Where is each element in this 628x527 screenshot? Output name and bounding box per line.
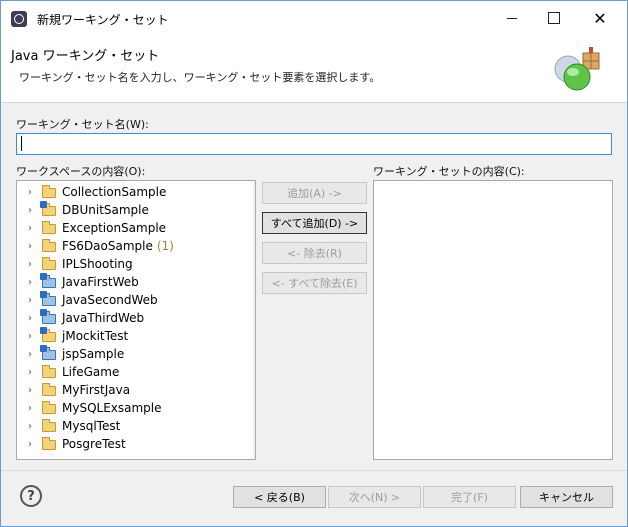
tree-item[interactable]: › ExceptionSample [17, 219, 239, 237]
tree-item[interactable]: › MysqlTest [17, 417, 239, 435]
problem-count-badge: (1) [156, 239, 174, 253]
tree-item-label: ExceptionSample [62, 221, 167, 235]
tree-item-label: jspSample [62, 347, 125, 361]
expand-chevron-icon[interactable]: › [23, 241, 37, 252]
project-folder-icon [41, 239, 57, 253]
tree-item[interactable]: › MySQLExsample [17, 399, 239, 417]
project-folder-icon [41, 437, 57, 451]
web-project-icon [40, 273, 57, 289]
expand-chevron-icon[interactable]: › [23, 439, 37, 450]
tree-item[interactable]: › JavaThirdWeb [17, 309, 239, 327]
text-caret [21, 136, 22, 151]
tree-item[interactable]: › DBUnitSample [17, 201, 239, 219]
title-bar[interactable]: 新規ワーキング・セット ✕ [1, 1, 627, 35]
expand-chevron-icon[interactable]: › [23, 295, 37, 306]
expand-chevron-icon[interactable]: › [23, 313, 37, 324]
project-folder-icon [41, 383, 57, 397]
java-project-icon [40, 201, 57, 217]
tree-scrollbar[interactable]: ▲ ▼ [253, 181, 256, 459]
tree-item-label: DBUnitSample [62, 203, 149, 217]
workspace-contents-label: ワークスペースの内容(O): [16, 165, 146, 178]
tree-item[interactable]: › JavaFirstWeb [17, 273, 239, 291]
expand-chevron-icon[interactable]: › [23, 403, 37, 414]
wizard-banner: Java ワーキング・セット ワーキング・セット名を入力し、ワーキング・セット要… [1, 35, 627, 103]
project-folder-icon [41, 257, 57, 271]
project-folder-icon [41, 401, 57, 415]
tree-item[interactable]: › IPLShooting [17, 255, 239, 273]
tree-item[interactable]: › LifeGame [17, 363, 239, 381]
window-title: 新規ワーキング・セット [37, 13, 169, 27]
next-button[interactable]: 次へ(N) > [328, 486, 421, 508]
scroll-up-icon[interactable]: ▲ [253, 181, 255, 198]
web-project-icon [40, 345, 57, 361]
scroll-down-icon[interactable]: ▼ [253, 442, 255, 459]
banner-description: ワーキング・セット名を入力し、ワーキング・セット要素を選択します。 [19, 71, 381, 84]
tree-item[interactable]: › PosgreTest [17, 435, 239, 453]
tree-item[interactable]: › JavaSecondWeb [17, 291, 239, 309]
add-all-button[interactable]: すべて追加(D) -> [262, 212, 367, 234]
back-button[interactable]: < 戻る(B) [233, 486, 326, 508]
project-folder-icon [41, 365, 57, 379]
remove-all-button[interactable]: <- すべて除去(E) [262, 272, 367, 294]
tree-item[interactable]: › jMockitTest [17, 327, 239, 345]
remove-button[interactable]: <- 除去(R) [262, 242, 367, 264]
tree-item[interactable]: › jspSample [17, 345, 239, 363]
working-set-name-input[interactable] [16, 133, 612, 155]
java-project-icon [40, 327, 57, 343]
expand-chevron-icon[interactable]: › [23, 277, 37, 288]
tree-item-label: PosgreTest [62, 437, 126, 451]
expand-chevron-icon[interactable]: › [23, 385, 37, 396]
tree-item-label: CollectionSample [62, 185, 167, 199]
expand-chevron-icon[interactable]: › [23, 421, 37, 432]
tree-item-label: JavaThirdWeb [62, 311, 145, 325]
working-set-wizard-graphic-icon [554, 47, 600, 91]
web-project-icon [40, 291, 57, 307]
minimize-button[interactable] [489, 1, 535, 35]
expand-chevron-icon[interactable]: › [23, 349, 37, 360]
tree-item-label: MysqlTest [62, 419, 121, 433]
tree-item[interactable]: › CollectionSample [17, 183, 239, 201]
tree-item-label: JavaFirstWeb [62, 275, 139, 289]
project-folder-icon [41, 419, 57, 433]
expand-chevron-icon[interactable]: › [23, 223, 37, 234]
tree-item-label: MyFirstJava [62, 383, 131, 397]
finish-button[interactable]: 完了(F) [423, 486, 516, 508]
expand-chevron-icon[interactable]: › [23, 187, 37, 198]
tree-item-label: FS6DaoSample [62, 239, 153, 253]
close-button[interactable]: ✕ [577, 1, 623, 35]
project-folder-icon [41, 221, 57, 235]
add-button[interactable]: 追加(A) -> [262, 182, 367, 204]
help-icon[interactable]: ? [20, 485, 42, 507]
cancel-button[interactable]: キャンセル [520, 486, 613, 508]
expand-chevron-icon[interactable]: › [23, 205, 37, 216]
tree-item-label: LifeGame [62, 365, 120, 379]
expand-chevron-icon[interactable]: › [23, 331, 37, 342]
tree-item-label: JavaSecondWeb [62, 293, 158, 307]
tree-item-label: jMockitTest [62, 329, 129, 343]
maximize-button[interactable] [531, 1, 577, 35]
tree-item-label: IPLShooting [62, 257, 133, 271]
tree-item-label: MySQLExsample [62, 401, 162, 415]
project-folder-icon [41, 185, 57, 199]
expand-chevron-icon[interactable]: › [23, 259, 37, 270]
expand-chevron-icon[interactable]: › [23, 367, 37, 378]
workspace-contents-tree[interactable]: › CollectionSample › DBUnitSample › Exception… [16, 180, 256, 460]
working-set-contents-list[interactable] [373, 180, 613, 460]
tree-item[interactable]: › MyFirstJava [17, 381, 239, 399]
working-set-name-label: ワーキング・セット名(W): [16, 118, 149, 131]
working-set-contents-label: ワーキング・セットの内容(C): [373, 165, 525, 178]
banner-title: Java ワーキング・セット [11, 49, 160, 64]
web-project-icon [40, 309, 57, 325]
tree-item[interactable]: › FS6DaoSample (1) [17, 237, 239, 255]
new-working-set-dialog: 新規ワーキング・セット ✕ Java ワーキング・セット ワーキング・セット名を… [0, 0, 628, 527]
eclipse-app-icon [11, 11, 27, 27]
footer-divider [1, 470, 627, 471]
scroll-thumb[interactable] [255, 199, 256, 339]
